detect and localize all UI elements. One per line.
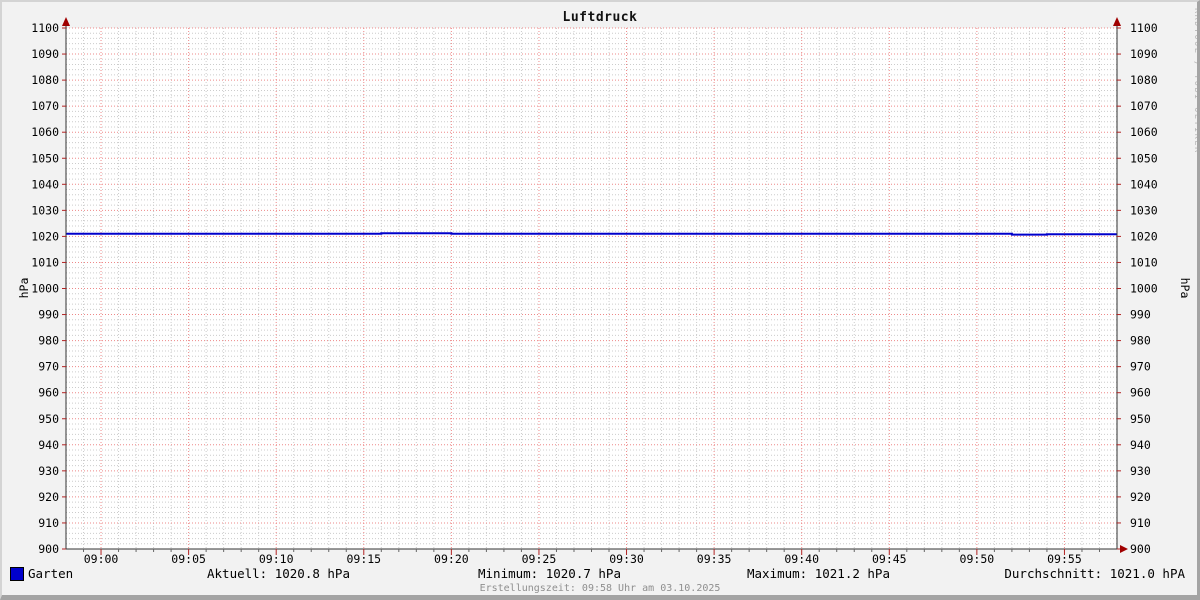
svg-text:950: 950 xyxy=(1130,412,1151,426)
stat-average: Durchschnitt: 1021.0 hPA xyxy=(1004,566,1185,581)
svg-text:09:10: 09:10 xyxy=(259,552,294,566)
svg-text:950: 950 xyxy=(38,412,59,426)
stat-minimum: Minimum: 1020.7 hPa xyxy=(478,566,621,581)
svg-text:1030: 1030 xyxy=(31,203,59,217)
svg-text:09:55: 09:55 xyxy=(1047,552,1082,566)
svg-text:1040: 1040 xyxy=(1130,177,1158,191)
pressure-chart: 900 900 910 910 920 920 930 930 940 940 950 950 960 9… xyxy=(17,8,1200,566)
svg-text:09:45: 09:45 xyxy=(872,552,907,566)
svg-text:1060: 1060 xyxy=(1130,125,1158,139)
svg-text:1020: 1020 xyxy=(1130,229,1158,243)
stat-current: Aktuell: 1020.8 hPa xyxy=(207,566,350,581)
svg-text:1040: 1040 xyxy=(31,177,59,191)
svg-text:960: 960 xyxy=(1130,386,1151,400)
svg-text:900: 900 xyxy=(1130,542,1151,556)
svg-text:09:50: 09:50 xyxy=(960,552,995,566)
svg-text:1090: 1090 xyxy=(1130,47,1158,61)
svg-text:1000: 1000 xyxy=(31,282,59,296)
svg-text:920: 920 xyxy=(1130,490,1151,504)
svg-text:09:25: 09:25 xyxy=(522,552,557,566)
creation-timestamp: Erstellungszeit: 09:58 Uhr am 03.10.2025 xyxy=(479,583,721,594)
svg-text:1070: 1070 xyxy=(31,99,59,113)
svg-text:1030: 1030 xyxy=(1130,203,1158,217)
rrdtool-watermark: RRDTOOL / TOBI OETIKER xyxy=(1192,8,1200,154)
svg-text:09:30: 09:30 xyxy=(609,552,644,566)
svg-text:1000: 1000 xyxy=(1130,282,1158,296)
svg-text:09:20: 09:20 xyxy=(434,552,469,566)
svg-text:940: 940 xyxy=(38,438,59,452)
svg-text:hPa: hPa xyxy=(17,278,31,299)
svg-text:09:40: 09:40 xyxy=(784,552,819,566)
svg-text:1010: 1010 xyxy=(31,255,59,269)
svg-text:1080: 1080 xyxy=(1130,73,1158,87)
svg-text:980: 980 xyxy=(38,334,59,348)
svg-text:RRDTOOL / TOBI OETIKER: RRDTOOL / TOBI OETIKER xyxy=(1192,8,1200,154)
svg-text:930: 930 xyxy=(1130,464,1151,478)
svg-text:960: 960 xyxy=(38,386,59,400)
svg-text:920: 920 xyxy=(38,490,59,504)
svg-text:980: 980 xyxy=(1130,334,1151,348)
svg-text:09:00: 09:00 xyxy=(84,552,119,566)
svg-text:910: 910 xyxy=(38,516,59,530)
svg-text:930: 930 xyxy=(38,464,59,478)
stat-maximum: Maximum: 1021.2 hPa xyxy=(747,566,890,581)
svg-text:970: 970 xyxy=(1130,360,1151,374)
svg-text:910: 910 xyxy=(1130,516,1151,530)
legend-row: Garten Aktuell: 1020.8 hPa Minimum: 1020… xyxy=(0,566,1200,582)
svg-text:940: 940 xyxy=(1130,438,1151,452)
svg-text:970: 970 xyxy=(38,360,59,374)
svg-text:1080: 1080 xyxy=(31,73,59,87)
chart-title: Luftdruck xyxy=(562,10,638,25)
svg-text:1010: 1010 xyxy=(1130,255,1158,269)
series-name-label: Garten xyxy=(28,566,74,581)
svg-text:1050: 1050 xyxy=(31,151,59,165)
svg-text:900: 900 xyxy=(38,542,59,556)
svg-text:990: 990 xyxy=(38,308,59,322)
svg-text:1060: 1060 xyxy=(31,125,59,139)
svg-text:09:05: 09:05 xyxy=(171,552,206,566)
svg-text:1020: 1020 xyxy=(31,229,59,243)
svg-text:hPa: hPa xyxy=(1178,278,1192,299)
svg-text:09:15: 09:15 xyxy=(346,552,381,566)
svg-text:990: 990 xyxy=(1130,308,1151,322)
svg-text:1050: 1050 xyxy=(1130,151,1158,165)
svg-text:1090: 1090 xyxy=(31,47,59,61)
series-color-swatch xyxy=(10,567,24,581)
svg-text:1070: 1070 xyxy=(1130,99,1158,113)
svg-text:09:35: 09:35 xyxy=(697,552,732,566)
series-line xyxy=(66,232,1117,236)
